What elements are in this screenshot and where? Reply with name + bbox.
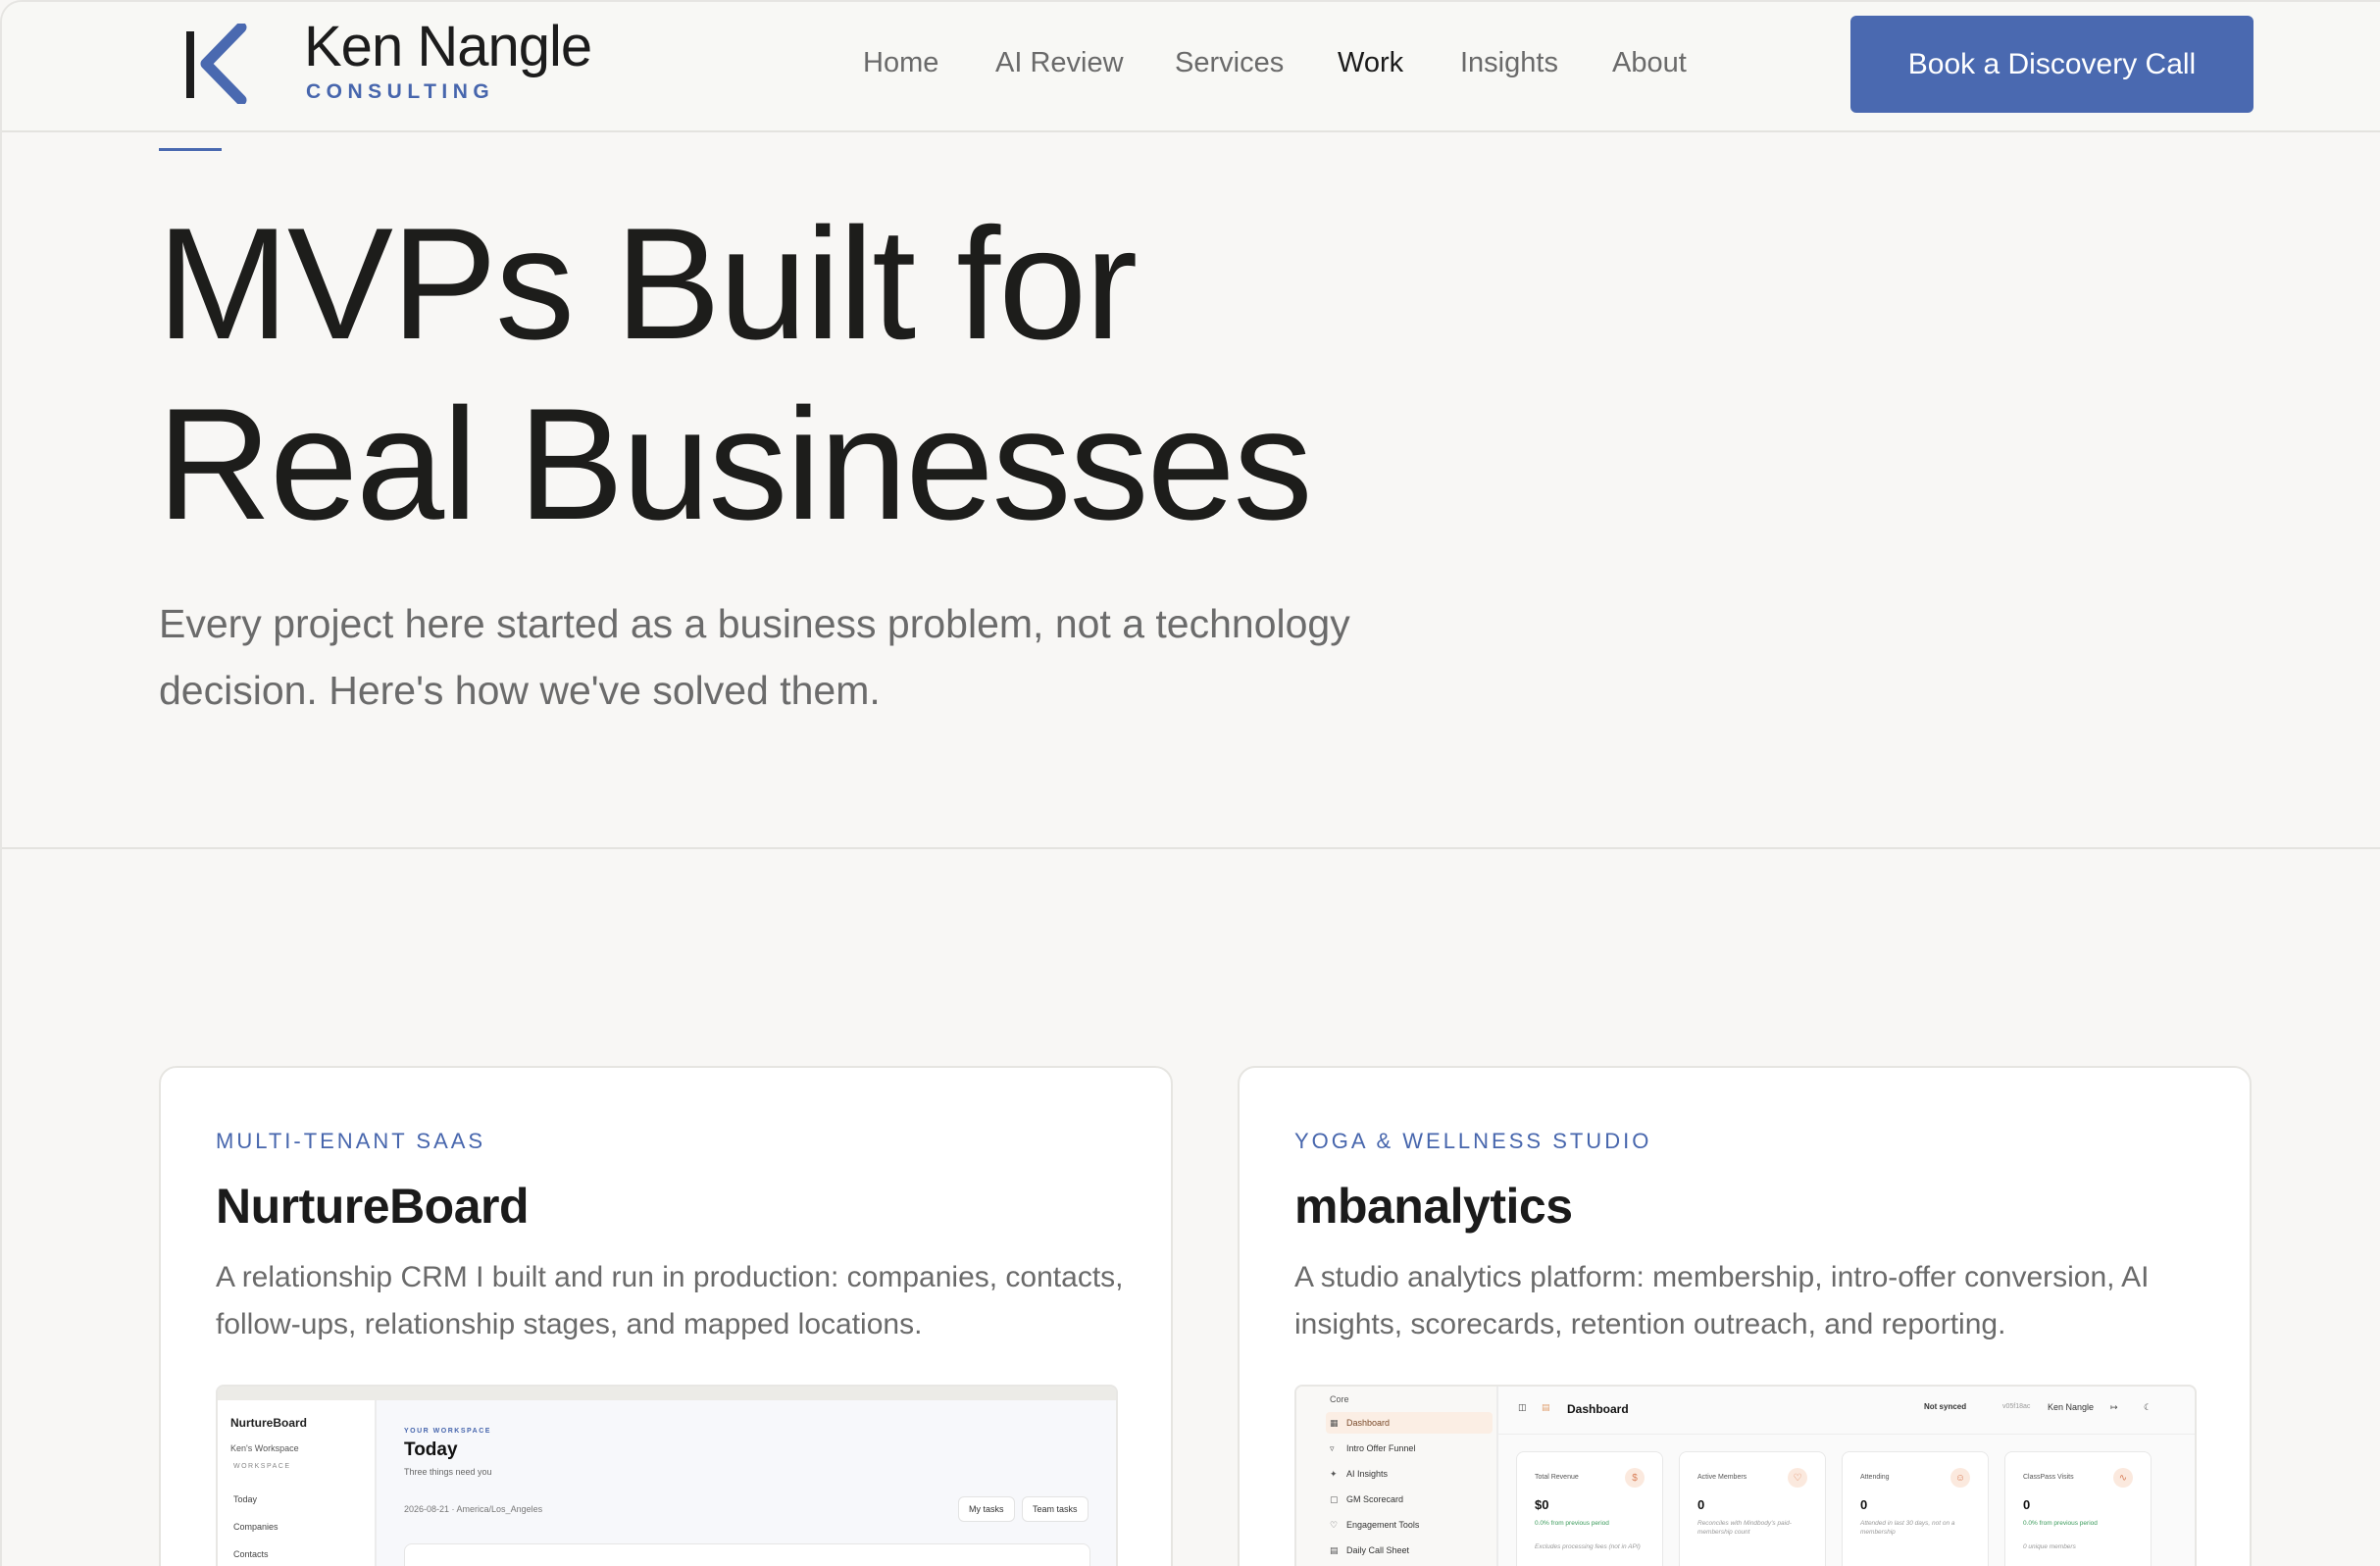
attending-icon: ☺ — [1950, 1468, 1970, 1488]
sidebar-toggle-icon: ◫ — [1518, 1402, 1527, 1412]
dollar-icon: $ — [1625, 1468, 1645, 1488]
brand-logo-icon[interactable] — [184, 24, 249, 104]
moon-icon: ☾ — [2144, 1402, 2152, 1412]
activity-icon: ∿ — [2113, 1468, 2133, 1488]
clipboard-icon: ▢ — [1330, 1493, 1339, 1504]
card-description: A relationship CRM I built and run in pr… — [216, 1261, 1124, 1340]
section-divider — [2, 847, 2380, 849]
card-category: MULTI-TENANT SAAS — [216, 1129, 486, 1153]
mbanalytics-screenshot: Core ▦ Dashboard ▿ Intro Offer Funnel ✦ AI … — [1294, 1385, 2197, 1566]
preview-section-label: WORKSPACE — [233, 1463, 291, 1470]
preview-date-line: 2026-08-21 · America/Los_Angeles — [404, 1504, 543, 1514]
nav-about[interactable]: About — [1612, 47, 1687, 79]
stat-card: Total Revenue $ $0 0.0% from previous pe… — [1516, 1451, 1663, 1566]
stat-value: $0 — [1535, 1497, 1549, 1512]
preview-sync-status: Not synced — [1924, 1402, 1967, 1411]
card-title[interactable]: NurtureBoard — [216, 1178, 530, 1235]
preview-nav-item: Today — [233, 1494, 258, 1504]
hero-title: MVPs Built for Real Businesses — [157, 194, 1628, 555]
preview-team-tasks-button: Team tasks — [1022, 1496, 1089, 1522]
hero-title-line-2: Real Businesses — [157, 376, 1313, 553]
stat-value: 0 — [1697, 1497, 1705, 1512]
stat-value: 0 — [1860, 1497, 1868, 1512]
heart-icon: ♡ — [1330, 1519, 1339, 1530]
preview-heading: Today — [404, 1440, 458, 1460]
calendar-icon: ▤ — [1330, 1544, 1339, 1555]
card-title[interactable]: mbanalytics — [1294, 1178, 1573, 1235]
logout-icon: ↦ — [2110, 1402, 2118, 1412]
preview-subheading: Three things need you — [404, 1467, 492, 1477]
nav-home[interactable]: Home — [863, 47, 938, 79]
preview-kicker: YOUR WORKSPACE — [404, 1428, 491, 1435]
project-card-mbanalytics[interactable]: YOGA & WELLNESS STUDIO mbanalytics A stu… — [1238, 1066, 2252, 1566]
preview-nav-item: ▿ Intro Offer Funnel — [1330, 1442, 1416, 1454]
hero-title-line-1: MVPs Built for — [157, 195, 1138, 373]
preview-nav-item: ✦ AI Insights — [1330, 1468, 1389, 1480]
stat-label: Attending — [1860, 1474, 1890, 1481]
preview-sidebar: NurtureBoard Ken's Workspace WORKSPACE T… — [218, 1400, 377, 1566]
nav-ai-review[interactable]: AI Review — [995, 47, 1124, 79]
preview-nav-item: ♡ Engagement Tools — [1330, 1519, 1420, 1531]
nav-services[interactable]: Services — [1175, 47, 1284, 79]
hero-accent-rule — [159, 148, 222, 151]
stat-card: Active Members ♡ 0 Reconciles with Mindb… — [1679, 1451, 1826, 1566]
preview-nav-item: Contacts — [233, 1549, 269, 1559]
preview-nav-item: ▦ Dashboard — [1326, 1412, 1493, 1434]
preview-nav-item: ▤ Daily Call Sheet — [1330, 1544, 1410, 1556]
preview-sidebar: Core ▦ Dashboard ▿ Intro Offer Funnel ✦ AI … — [1296, 1387, 1498, 1566]
grid-icon: ▦ — [1330, 1417, 1339, 1428]
preview-workspace: Ken's Workspace — [230, 1443, 299, 1453]
preview-topbar — [218, 1387, 1116, 1400]
preview-panel — [404, 1543, 1090, 1566]
preview-header-divider — [1498, 1434, 2195, 1435]
preview-title: Dashboard — [1567, 1402, 1629, 1416]
preview-my-tasks-button: My tasks — [958, 1496, 1015, 1522]
funnel-icon: ▿ — [1330, 1442, 1335, 1453]
stat-note: Excludes processing fees (not in API) — [1535, 1543, 1641, 1550]
stat-note: 0.0% from previous period — [2023, 1520, 2098, 1527]
brand-subtitle: CONSULTING — [306, 80, 495, 103]
preview-nav-item: Companies — [233, 1522, 279, 1532]
project-card-nurtureboard[interactable]: MULTI-TENANT SAAS NurtureBoard A relatio… — [159, 1066, 1173, 1566]
card-description: A studio analytics platform: membership,… — [1294, 1261, 2150, 1340]
stat-note: Reconciles with Mindbody's paid-membersh… — [1697, 1520, 1792, 1536]
stat-card: ClassPass Visits ∿ 0 0.0% from previous … — [2004, 1451, 2152, 1566]
stat-note: 0 unique members — [2023, 1543, 2076, 1550]
card-category: YOGA & WELLNESS STUDIO — [1294, 1129, 1652, 1153]
stat-card: Attending ☺ 0 Attended in last 30 days, … — [1842, 1451, 1989, 1566]
brand-name[interactable]: Ken Nangle — [304, 14, 592, 79]
stat-label: ClassPass Visits — [2023, 1474, 2074, 1481]
stat-label: Active Members — [1697, 1474, 1747, 1481]
nav-insights[interactable]: Insights — [1460, 47, 1558, 79]
hero-subtitle: Every project here started as a business… — [159, 601, 1350, 713]
book-discovery-call-button[interactable]: Book a Discovery Call — [1850, 16, 2253, 113]
dashboard-icon: ▤ — [1542, 1402, 1550, 1412]
nurtureboard-screenshot: NurtureBoard Ken's Workspace WORKSPACE T… — [216, 1385, 1118, 1566]
stat-label: Total Revenue — [1535, 1474, 1579, 1481]
preview-section-label: Core — [1330, 1394, 1349, 1404]
preview-user: Ken Nangle — [2048, 1402, 2095, 1412]
site-header: Ken Nangle CONSULTING Home AI Review Ser… — [2, 2, 2380, 132]
preview-app-name: NurtureBoard — [230, 1416, 308, 1430]
stat-note: Attended in last 30 days, not on a membe… — [1860, 1520, 1955, 1536]
sparkle-icon: ✦ — [1330, 1468, 1338, 1479]
stat-note: 0.0% from previous period — [1535, 1520, 1609, 1527]
nav-work[interactable]: Work — [1338, 47, 1403, 79]
preview-version: v05f18ac — [2002, 1403, 2031, 1410]
stat-value: 0 — [2023, 1497, 2031, 1512]
members-icon: ♡ — [1788, 1468, 1807, 1488]
preview-nav-item: ▢ GM Scorecard — [1330, 1493, 1404, 1505]
page-frame: Ken Nangle CONSULTING Home AI Review Ser… — [0, 0, 2380, 1566]
